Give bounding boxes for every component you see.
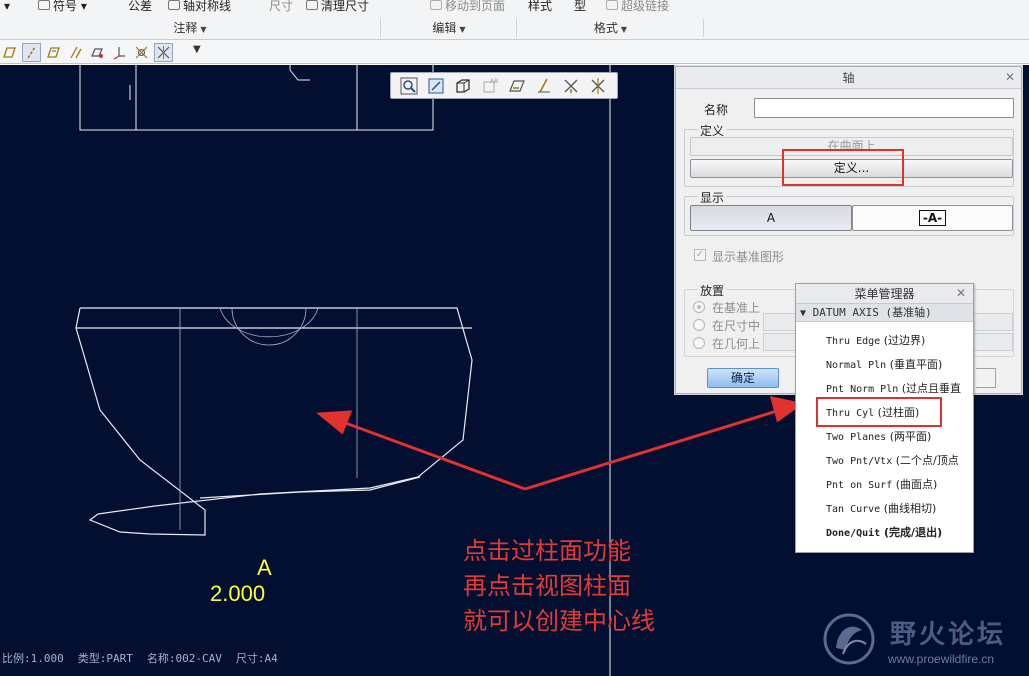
- svg-text:AB: AB: [490, 78, 498, 85]
- view-orientation-icon[interactable]: [453, 76, 474, 96]
- view-scale-label[interactable]: 2.000: [210, 581, 265, 607]
- close-icon[interactable]: ✕: [1005, 70, 1015, 84]
- tolerance-button[interactable]: 公差: [128, 0, 160, 14]
- axis-toggle-icon[interactable]: [534, 76, 555, 96]
- cleanup-icon: [306, 0, 318, 10]
- view-toolbar: AB: [390, 72, 618, 99]
- axis-dialog-title[interactable]: 轴: [676, 67, 1021, 89]
- type-button[interactable]: 型: [574, 0, 592, 14]
- placement-label: 放置: [698, 282, 727, 299]
- axis-display-icon[interactable]: [66, 43, 85, 62]
- display-a-button[interactable]: A: [690, 205, 852, 231]
- placement-in-dimension-radio[interactable]: [693, 319, 705, 331]
- datum-plane-icon[interactable]: [0, 43, 19, 62]
- watermark-title: 野火论坛: [890, 620, 1007, 650]
- dimension-button[interactable]: 尺寸: [269, 0, 299, 14]
- format-group-label[interactable]: 格式 ▼: [518, 19, 704, 37]
- symmetry-icon: [168, 0, 180, 10]
- annotation-line-1: 点击过柱面功能: [463, 537, 631, 565]
- csys-display-icon[interactable]: [110, 43, 129, 62]
- view-name-label[interactable]: A: [257, 555, 272, 581]
- chevron-down-icon: ▼: [620, 25, 628, 34]
- status-type: 类型:PART: [77, 652, 133, 665]
- menu-item-pnt-norm-pln[interactable]: Pnt Norm Pln (过点且垂直: [826, 379, 972, 399]
- top-view-geometry: [79, 65, 434, 131]
- show-datum-checkbox[interactable]: ✓: [694, 249, 706, 261]
- csys-toggle-icon[interactable]: [588, 76, 609, 96]
- hyperlink-button[interactable]: 超级链接: [606, 0, 676, 14]
- status-name: 名称:002-CAV: [146, 652, 222, 665]
- move-to-page-button[interactable]: 移动到页面: [430, 0, 516, 14]
- name-label: 名称: [704, 103, 729, 117]
- point-toggle-icon[interactable]: [561, 76, 582, 96]
- display-boxed-a-button[interactable]: -A-: [852, 205, 1013, 231]
- edit-group-label[interactable]: 编辑 ▼: [382, 19, 517, 37]
- watermark: 野火论坛 www.proewildfire.cn: [818, 610, 1024, 672]
- axis-name-input[interactable]: [754, 98, 1014, 118]
- annotation-line-3: 就可以创建中心线: [463, 607, 655, 635]
- hyperlink-icon: [606, 0, 618, 10]
- datum-plane-display-icon[interactable]: [44, 43, 63, 62]
- ribbon-overflow-arrow[interactable]: ▾: [4, 0, 18, 14]
- chevron-down-icon: ▼: [459, 25, 466, 34]
- ok-button[interactable]: 确定: [707, 368, 779, 388]
- placement-in-dimension-label: 在尺寸中: [712, 319, 761, 333]
- plane-display-icon[interactable]: [507, 76, 528, 96]
- status-size: 尺寸:A4: [235, 652, 278, 665]
- watermark-logo-icon: [823, 613, 875, 665]
- show-datum-label: 显示基准图形: [712, 250, 785, 264]
- menu-item-two-pnt-vtx[interactable]: Two Pnt/Vtx (二个点/顶点: [826, 451, 972, 471]
- style-button[interactable]: 样式: [528, 0, 558, 14]
- datum-axis-submenu-header[interactable]: ▼ DATUM AXIS (基准轴): [796, 304, 973, 322]
- cancel-button[interactable]: [976, 368, 996, 388]
- refit-icon[interactable]: [399, 76, 420, 96]
- menu-item-two-planes[interactable]: Two Planes (两平面): [826, 427, 972, 447]
- graphics-toolbar: [0, 40, 1029, 64]
- status-scale: 比例:1.000: [2, 652, 64, 665]
- menu-item-pnt-on-surf[interactable]: Pnt on Surf (曲面点): [826, 475, 972, 495]
- close-icon[interactable]: ✕: [956, 286, 966, 300]
- toolbar-overflow-icon[interactable]: ▼: [193, 44, 201, 55]
- chevron-down-icon: ▼: [200, 25, 207, 34]
- symbol-button[interactable]: 符号 ▾: [38, 0, 100, 14]
- cleanup-dimensions-button[interactable]: 清理尺寸: [306, 0, 382, 14]
- display-label: 显示: [698, 189, 727, 206]
- define-highlight-box: [782, 149, 904, 186]
- placement-on-datum-radio[interactable]: [693, 301, 705, 313]
- menu-item-done-quit[interactable]: Done/Quit (完成/退出): [826, 523, 972, 543]
- symbol-icon: [38, 0, 50, 10]
- datum-axis-icon[interactable]: [22, 43, 41, 62]
- axis-symmetry-button[interactable]: 轴对称线: [168, 0, 244, 14]
- menu-item-thru-edge[interactable]: Thru Edge (过边界): [826, 331, 972, 351]
- thru-cyl-highlight-box: [816, 397, 942, 427]
- placement-on-datum-label: 在基准上: [712, 301, 761, 315]
- placement-on-geometry-label: 在几何上: [712, 337, 761, 351]
- triangle-down-icon: ▼: [800, 308, 807, 319]
- annotation-line-2: 再点击视图柱面: [463, 572, 631, 600]
- annotation-display-icon[interactable]: AB: [480, 76, 501, 96]
- menu-item-normal-pln[interactable]: Normal Pln (垂直平面): [826, 355, 972, 375]
- ribbon: ▾ 符号 ▾ 公差 轴对称线 尺寸 清理尺寸 移动到页面 样式 型 超级链接 注…: [0, 0, 1029, 40]
- point-display-icon[interactable]: [88, 43, 107, 62]
- annotation-display-icon[interactable]: [132, 43, 151, 62]
- menu-item-tan-curve[interactable]: Tan Curve (曲线相切): [826, 499, 972, 519]
- spin-center-icon[interactable]: [154, 43, 173, 62]
- watermark-url: www.proewildfire.cn: [888, 652, 995, 666]
- annotate-group-label[interactable]: 注释 ▼: [0, 19, 381, 37]
- annotation-arrows: [316, 396, 804, 491]
- placement-on-geometry-radio[interactable]: [693, 337, 705, 349]
- section-view-geometry: [75, 307, 473, 536]
- drawing-status-line: 比例:1.000 类型:PART 名称:002-CAV 尺寸:A4: [2, 650, 292, 666]
- move-page-icon: [430, 0, 442, 10]
- zoom-in-icon[interactable]: [426, 76, 447, 96]
- menu-manager-title[interactable]: 菜单管理器: [796, 284, 973, 304]
